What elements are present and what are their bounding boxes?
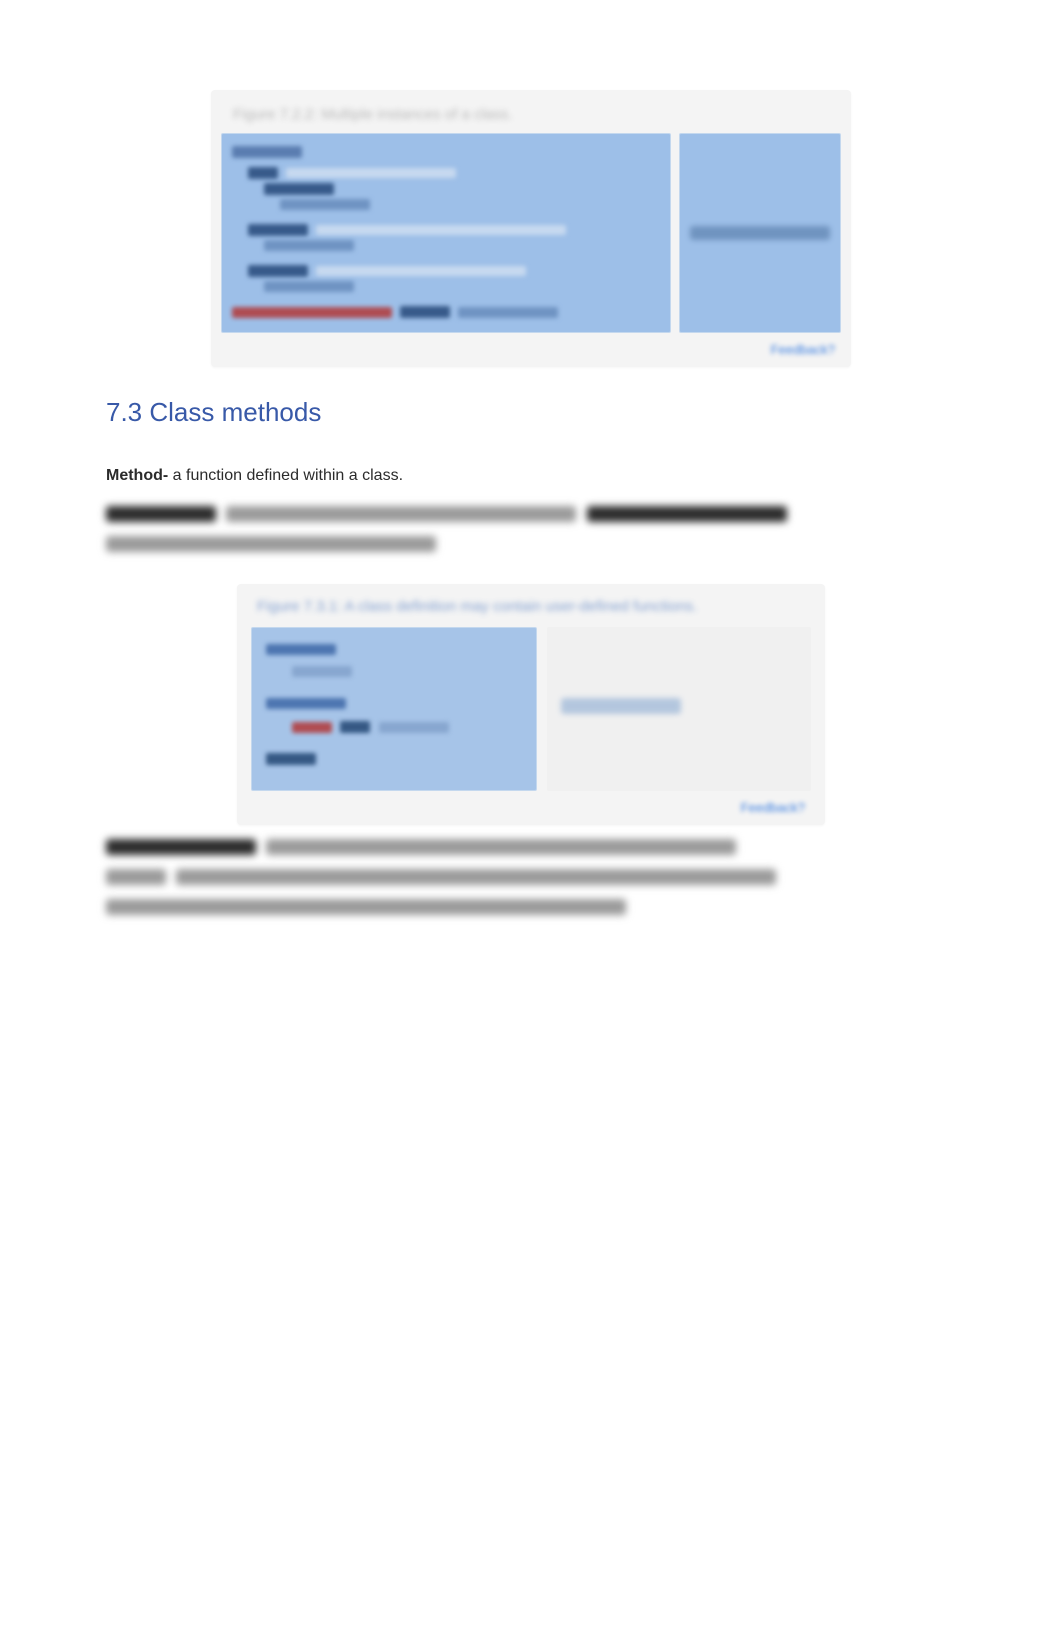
figure-7-2-2-code — [221, 133, 671, 333]
code-line — [292, 722, 332, 733]
method-definition-paragraph: Method- a function defined within a clas… — [106, 464, 952, 488]
figure-7-3-1-card: Figure 7.3.1: A class definition may con… — [237, 584, 825, 825]
figure-7-2-2-body — [221, 133, 841, 333]
blur-bold — [587, 506, 787, 522]
code-line — [400, 306, 450, 318]
code-line — [266, 644, 336, 655]
figure-7-3-1-output — [547, 627, 811, 791]
output-line — [690, 226, 830, 240]
code-line — [248, 224, 308, 236]
code-line — [379, 722, 449, 733]
output-line — [561, 698, 681, 714]
code-comment — [286, 168, 456, 178]
figure-7-2-2-caption: Figure 7.2.2: Multiple instances of a cl… — [221, 100, 841, 133]
method-term: Method- — [106, 467, 168, 484]
document-page: Figure 7.2.2: Multiple instances of a cl… — [0, 0, 1062, 1646]
code-class-header — [232, 146, 302, 158]
blur-bold — [106, 506, 216, 522]
feedback-link[interactable]: Feedback? — [771, 342, 835, 357]
blur-text — [226, 506, 576, 522]
code-line — [232, 307, 392, 318]
code-line — [264, 281, 354, 292]
special-method-names-paragraph — [106, 839, 952, 921]
code-line — [292, 666, 352, 677]
figure-7-2-2-output — [679, 133, 841, 333]
code-line — [280, 199, 370, 210]
blur-text — [106, 869, 166, 885]
code-line — [264, 240, 354, 251]
code-line — [340, 721, 370, 733]
figure-7-3-1-caption: Figure 7.3.1: A class definition may con… — [251, 594, 811, 627]
code-line — [264, 183, 334, 195]
section-heading-7-3: 7.3 Class methods — [106, 397, 1062, 428]
code-line — [248, 167, 278, 179]
blur-text — [106, 536, 436, 552]
code-line — [266, 698, 346, 709]
code-line — [458, 307, 558, 318]
blur-text — [106, 899, 626, 915]
figure-7-3-1-body — [251, 627, 811, 791]
method-text: a function defined within a class. — [168, 467, 403, 484]
code-comment — [316, 225, 566, 235]
figure-7-3-1-code — [251, 627, 537, 791]
blur-text — [176, 869, 776, 885]
figure-7-2-2-card: Figure 7.2.2: Multiple instances of a cl… — [211, 90, 851, 367]
blur-text — [266, 839, 736, 855]
code-comment — [316, 266, 526, 276]
code-line — [248, 265, 308, 277]
code-line — [266, 753, 316, 765]
feedback-link[interactable]: Feedback? — [741, 800, 805, 815]
method-object-paragraph — [106, 506, 952, 558]
blur-bold — [106, 839, 256, 855]
